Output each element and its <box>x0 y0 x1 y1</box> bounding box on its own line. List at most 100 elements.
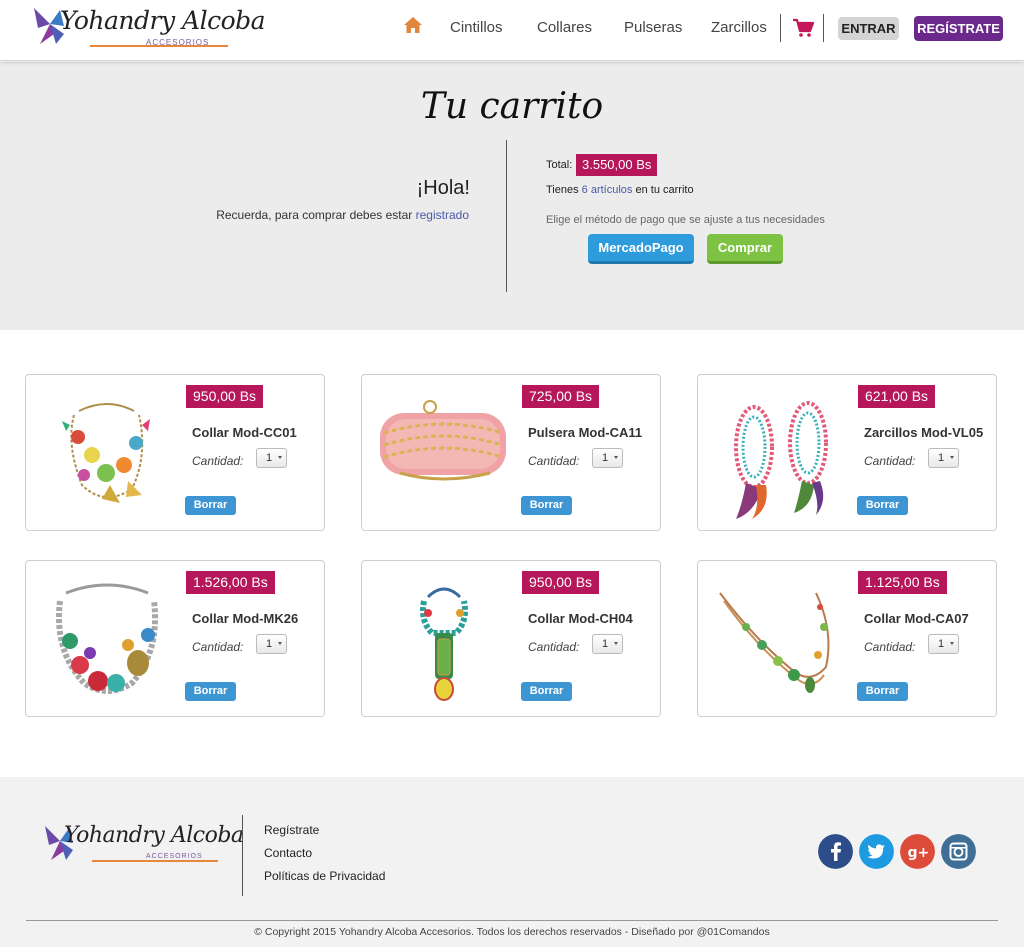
product-card: 950,00 Bs Collar Mod-CC01 Cantidad: 1 Bo… <box>25 374 325 531</box>
caret-down-icon <box>278 642 282 645</box>
brand-underline <box>92 860 218 862</box>
brand-name: Yohandry Alcoba <box>64 823 244 848</box>
brand-sub: ACCESORIOS <box>146 38 210 47</box>
caret-down-icon <box>278 456 282 459</box>
product-image <box>62 403 150 503</box>
nav-separator <box>780 14 781 42</box>
caret-down-icon <box>614 456 618 459</box>
nav-separator <box>823 14 824 42</box>
quantity-select[interactable]: 1 <box>256 634 287 654</box>
quantity-select[interactable]: 1 <box>928 448 959 468</box>
product-card: 1.125,00 Bs Collar Mod-CA07 Cantidad: 1 … <box>697 560 997 717</box>
item-count-suffix: en tu carrito <box>632 184 694 196</box>
quantity-value: 1 <box>602 638 609 650</box>
reminder-text: Recuerda, para comprar debes estar <box>216 208 416 222</box>
quantity-select[interactable]: 1 <box>928 634 959 654</box>
shopping-cart-icon[interactable] <box>792 18 814 38</box>
twitter-icon[interactable] <box>859 834 894 869</box>
product-name: Collar Mod-CC01 <box>192 425 297 440</box>
delete-button[interactable]: Borrar <box>521 682 572 701</box>
quantity-label: Cantidad: <box>192 640 244 654</box>
footer-logo[interactable]: Yohandry Alcoba ACCESORIOS <box>42 823 244 867</box>
registered-link[interactable]: registrado <box>416 208 469 222</box>
footer-link-contact[interactable]: Contacto <box>264 846 312 860</box>
product-image <box>380 400 506 481</box>
delete-button[interactable]: Borrar <box>185 496 236 515</box>
product-price: 621,00 Bs <box>858 385 936 408</box>
footer-link-privacy[interactable]: Políticas de Privacidad <box>264 869 385 883</box>
product-image <box>719 592 830 693</box>
product-card: 950,00 Bs Collar Mod-CH04 Cantidad: 1 Bo… <box>361 560 661 717</box>
quantity-label: Cantidad: <box>528 454 580 468</box>
brand-logo[interactable]: Yohandry Alcoba ACCESORIOS <box>30 4 266 52</box>
caret-down-icon <box>950 456 954 459</box>
facebook-icon[interactable] <box>818 834 853 869</box>
quantity-value: 1 <box>266 452 273 464</box>
product-card: 1.526,00 Bs Collar Mod-MK26 Cantidad: 1 … <box>25 560 325 717</box>
quantity-label: Cantidad: <box>864 640 916 654</box>
quantity-value: 1 <box>938 452 945 464</box>
site-header: Yohandry Alcoba ACCESORIOS Cintillos Col… <box>0 0 1024 61</box>
product-price: 725,00 Bs <box>522 385 600 408</box>
total-label: Total: <box>546 159 573 171</box>
footer-link-register[interactable]: Regístrate <box>264 823 319 837</box>
product-name: Collar Mod-CH04 <box>528 611 633 626</box>
product-price: 950,00 Bs <box>186 385 264 408</box>
quantity-value: 1 <box>938 638 945 650</box>
product-price: 950,00 Bs <box>522 571 600 594</box>
caret-down-icon <box>614 642 618 645</box>
product-name: Pulsera Mod-CA11 <box>528 425 643 440</box>
delete-button[interactable]: Borrar <box>857 496 908 515</box>
page-title: Tu carrito <box>420 86 604 127</box>
brand-name: Yohandry Alcoba <box>60 6 266 35</box>
nav-cintillos[interactable]: Cintillos <box>450 19 503 36</box>
item-count-prefix: Tienes <box>546 184 582 196</box>
product-name: Collar Mod-CA07 <box>864 611 969 626</box>
product-price: 1.526,00 Bs <box>186 571 275 594</box>
instagram-icon[interactable] <box>941 834 976 869</box>
quantity-value: 1 <box>602 452 609 464</box>
quantity-label: Cantidad: <box>528 640 580 654</box>
login-reminder: Recuerda, para comprar debes estar regis… <box>216 208 469 222</box>
brand-sub: ACCESORIOS <box>146 853 203 860</box>
delete-button[interactable]: Borrar <box>521 496 572 515</box>
delete-button[interactable]: Borrar <box>857 682 908 701</box>
product-image <box>734 401 828 519</box>
summary-divider <box>506 140 507 292</box>
svg-text:g+: g+ <box>908 845 930 861</box>
quantity-label: Cantidad: <box>864 454 916 468</box>
product-card: 725,00 Bs Pulsera Mod-CA11 Cantidad: 1 B… <box>361 374 661 531</box>
product-card: 621,00 Bs Zarcillos Mod-VL05 Cantidad: 1… <box>697 374 997 531</box>
site-footer: Yohandry Alcoba ACCESORIOS Regístrate Co… <box>0 777 1024 947</box>
product-name: Collar Mod-MK26 <box>192 611 299 626</box>
quantity-select[interactable]: 1 <box>592 634 623 654</box>
copyright: © Copyright 2015 Yohandry Alcoba Accesor… <box>254 926 770 938</box>
google-plus-icon[interactable]: g+ <box>900 834 935 869</box>
quantity-value: 1 <box>266 638 273 650</box>
product-image <box>56 583 159 694</box>
footer-divider <box>242 815 243 896</box>
buy-button[interactable]: Comprar <box>707 234 783 264</box>
login-button[interactable]: ENTRAR <box>838 17 899 40</box>
product-price: 1.125,00 Bs <box>858 571 947 594</box>
total-value-badge: 3.550,00 Bs <box>576 154 658 176</box>
home-icon[interactable] <box>403 16 423 34</box>
nav-zarcillos[interactable]: Zarcillos <box>711 19 767 36</box>
nav-pulseras[interactable]: Pulseras <box>624 19 682 36</box>
caret-down-icon <box>950 642 954 645</box>
item-count: Tienes 6 artículos en tu carrito <box>546 184 694 196</box>
product-name: Zarcillos Mod-VL05 <box>864 425 984 440</box>
quantity-select[interactable]: 1 <box>256 448 287 468</box>
register-button[interactable]: REGÍSTRATE <box>914 16 1003 41</box>
nav-collares[interactable]: Collares <box>537 19 592 36</box>
quantity-select[interactable]: 1 <box>592 448 623 468</box>
payment-hint: Elige el método de pago que se ajuste a … <box>546 214 825 226</box>
cart-summary: Tu carrito ¡Hola! Recuerda, para comprar… <box>0 62 1024 330</box>
item-count-link[interactable]: 6 artículos <box>582 184 633 196</box>
mercadopago-button[interactable]: MercadoPago <box>588 234 694 264</box>
greeting: ¡Hola! <box>416 177 470 199</box>
delete-button[interactable]: Borrar <box>185 682 236 701</box>
footer-rule <box>26 920 998 921</box>
product-image <box>420 587 468 701</box>
quantity-label: Cantidad: <box>192 454 244 468</box>
